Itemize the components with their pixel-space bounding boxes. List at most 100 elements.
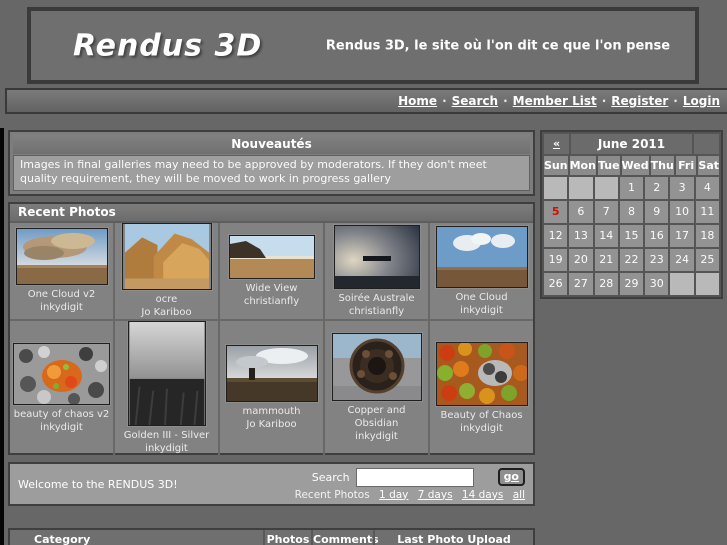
calendar-month-title: June 2011: [571, 134, 692, 154]
nav-memberlist-link[interactable]: Member List: [513, 94, 597, 108]
calendar-day: 26: [544, 273, 568, 295]
calendar-day: 29: [619, 273, 644, 295]
photo-item[interactable]: Golden III - Silver inkydigit: [115, 321, 220, 455]
photo-thumbnail-ocre[interactable]: [121, 223, 212, 290]
photo-thumbnail-beauty-of-chaos[interactable]: [435, 341, 528, 406]
calendar-day: 28: [594, 273, 618, 295]
photo-title[interactable]: One Cloud v2: [28, 288, 96, 301]
photo-item[interactable]: mammouth Jo Kariboo: [220, 321, 325, 455]
site-tagline: Rendus 3D, le site où l'on dit ce que l'…: [325, 38, 671, 53]
calendar: « June 2011 Sun Mon Tue Wed Thu Fri Sat …: [540, 130, 723, 299]
category-table: Category Photos Comments Last Photo Uplo…: [8, 528, 535, 545]
photo-author[interactable]: Jo Kariboo: [141, 306, 191, 319]
photo-author[interactable]: inkydigit: [460, 422, 503, 435]
recent-7days-link[interactable]: 7 days: [418, 489, 453, 501]
calendar-day: 12: [544, 225, 568, 247]
photo-row: beauty of chaos v2 inkydigit Golden III …: [10, 321, 533, 455]
photo-item[interactable]: Copper and Obsidian inkydigit: [325, 321, 430, 455]
news-body: Images in final galleries may need to be…: [13, 155, 530, 191]
photo-thumbnail-one-cloud-v2[interactable]: [15, 228, 108, 285]
recent-all-link[interactable]: all: [513, 489, 525, 501]
category-table-header: Category Photos Comments Last Photo Uplo…: [10, 530, 533, 545]
photo-author[interactable]: inkydigit: [355, 430, 398, 443]
calendar-day: 14: [594, 225, 618, 247]
calendar-empty-cell: [695, 273, 719, 295]
calendar-day: 4: [695, 177, 719, 199]
calendar-dayname: Thu: [650, 156, 674, 175]
recent-1day-link[interactable]: 1 day: [379, 489, 408, 501]
search-label: Search: [311, 470, 350, 484]
photo-thumbnail-beauty-of-chaos-v2[interactable]: [13, 342, 110, 405]
photo-title[interactable]: ocre: [156, 293, 178, 306]
column-header-category: Category: [34, 533, 91, 545]
calendar-day: 16: [645, 225, 669, 247]
calendar-day: 1: [619, 177, 644, 199]
photo-title[interactable]: Golden III - Silver: [124, 429, 210, 442]
column-header-last-photo-upload: Last Photo Upload: [373, 530, 533, 545]
nav-login-link[interactable]: Login: [683, 94, 720, 108]
calendar-day: 18: [695, 225, 719, 247]
nav-register-link[interactable]: Register: [611, 94, 668, 108]
nav-home-link[interactable]: Home: [398, 94, 437, 108]
photo-title[interactable]: beauty of chaos v2: [14, 408, 110, 421]
photo-author[interactable]: inkydigit: [145, 442, 188, 455]
photo-thumbnail-soiree-australe[interactable]: [333, 224, 420, 289]
column-header-comments: Comments: [311, 530, 379, 545]
welcome-panel: Welcome to the RENDUS 3D! Search go Rece…: [8, 462, 535, 506]
photo-item[interactable]: ocre Jo Kariboo: [115, 223, 220, 321]
calendar-day: 10: [670, 201, 694, 223]
calendar-day: 15: [619, 225, 644, 247]
site-logo[interactable]: Rendus 3D: [73, 28, 262, 63]
column-header-photos: Photos: [263, 530, 311, 545]
photo-item[interactable]: Beauty of Chaos inkydigit: [430, 321, 533, 455]
photo-title[interactable]: Soirée Australe: [338, 292, 414, 305]
photo-author[interactable]: inkydigit: [40, 421, 83, 434]
site-header: Rendus 3D Rendus 3D, le site où l'on dit…: [27, 7, 699, 84]
calendar-prev-link[interactable]: «: [544, 134, 569, 154]
calendar-day: 25: [695, 249, 719, 271]
photo-author[interactable]: inkydigit: [460, 304, 503, 317]
calendar-dayname: Sun: [544, 156, 568, 175]
photo-row: One Cloud v2 inkydigit ocre Jo Kariboo W…: [10, 223, 533, 321]
calendar-day: 21: [594, 249, 618, 271]
photo-title[interactable]: mammouth: [242, 405, 300, 418]
photo-title[interactable]: Beauty of Chaos: [440, 409, 522, 422]
photo-item[interactable]: beauty of chaos v2 inkydigit: [10, 321, 115, 455]
photo-thumbnail-wide-view[interactable]: [228, 234, 315, 279]
photo-author[interactable]: Jo Kariboo: [246, 418, 296, 431]
recent-14days-link[interactable]: 14 days: [462, 489, 503, 501]
photo-title[interactable]: Wide View: [246, 282, 298, 295]
calendar-day: 19: [544, 249, 568, 271]
calendar-day-today: 5: [544, 201, 568, 223]
photo-thumbnail-copper-and-obsidian[interactable]: [331, 333, 422, 401]
photo-author[interactable]: inkydigit: [40, 301, 83, 314]
photo-item[interactable]: One Cloud inkydigit: [430, 223, 533, 321]
nav-search-link[interactable]: Search: [452, 94, 498, 108]
calendar-dayname: Tue: [597, 156, 620, 175]
recent-photos-title: Recent Photos: [10, 204, 533, 223]
photo-item[interactable]: Soirée Australe christianfly: [325, 223, 430, 321]
photo-item[interactable]: Wide View christianfly: [220, 223, 325, 321]
photo-author[interactable]: christianfly: [244, 295, 299, 308]
calendar-day: 20: [569, 249, 593, 271]
nav-separator: ·: [601, 94, 607, 108]
photo-title[interactable]: One Cloud: [455, 291, 507, 304]
calendar-day: 3: [670, 177, 694, 199]
calendar-day: 13: [569, 225, 593, 247]
recent-photos-links: Recent Photos 1 day 7 days 14 days all: [295, 489, 525, 501]
photo-thumbnail-mammouth[interactable]: [225, 345, 318, 402]
photo-title[interactable]: Copper and Obsidian: [325, 404, 428, 430]
screenshot-edge: [0, 128, 4, 545]
photo-author[interactable]: christianfly: [349, 305, 404, 318]
photo-thumbnail-golden-iii-silver[interactable]: [127, 321, 206, 426]
calendar-dayname: Mon: [569, 156, 596, 175]
recent-photos-panel: Recent Photos One Cloud v2 inkydigit ocr…: [8, 202, 535, 455]
page: Rendus 3D Rendus 3D, le site où l'on dit…: [0, 0, 727, 545]
photo-thumbnail-one-cloud[interactable]: [435, 225, 528, 288]
go-button[interactable]: go: [497, 468, 525, 486]
calendar-dayname: Sat: [698, 156, 719, 175]
nav-separator: ·: [673, 94, 678, 108]
photo-item[interactable]: One Cloud v2 inkydigit: [10, 223, 115, 321]
search-input[interactable]: [355, 467, 474, 487]
calendar-day: 6: [569, 201, 593, 223]
